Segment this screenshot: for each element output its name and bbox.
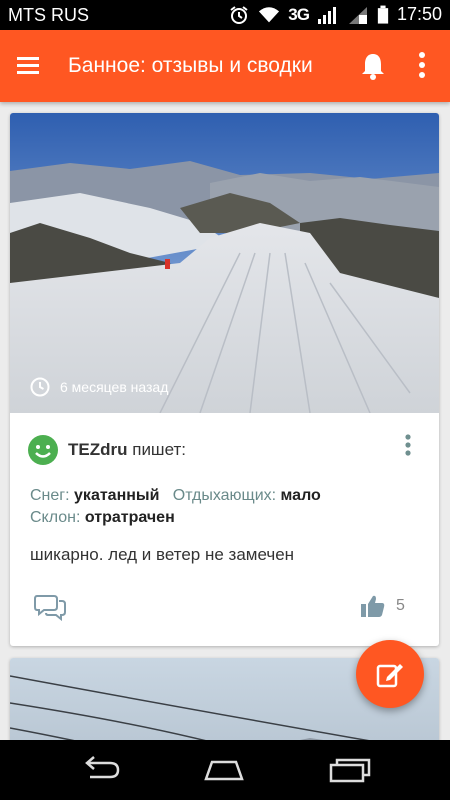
- new-review-button[interactable]: [356, 640, 424, 708]
- comments-icon[interactable]: [34, 593, 66, 621]
- app-bar: Банное: отзывы и сводки: [0, 30, 450, 102]
- edit-icon: [376, 664, 403, 688]
- post-comment: шикарно. лед и ветер не замечен: [30, 545, 295, 564]
- carrier-label: MTS RUS: [8, 5, 89, 25]
- snow-value: укатанный: [74, 487, 160, 504]
- clock-icon: [30, 377, 50, 397]
- back-icon[interactable]: [78, 754, 122, 784]
- recent-apps-icon[interactable]: [328, 754, 372, 784]
- post-time: 6 месяцев назад: [30, 377, 168, 397]
- author-row: TEZdru пишет:: [28, 435, 186, 465]
- writes-label: пишет:: [132, 440, 186, 459]
- visitors-value: мало: [280, 487, 321, 504]
- wifi-icon: [259, 6, 280, 22]
- signal-icon: [317, 6, 336, 24]
- slope-value: отратрачен: [84, 509, 175, 526]
- like-control[interactable]: 5: [360, 593, 405, 619]
- network-type: 3G: [288, 4, 310, 24]
- page-title: Банное: отзывы и сводки: [68, 54, 313, 77]
- conditions: Снег: укатанный Отдыхающих: мало Склон: …: [30, 485, 321, 529]
- like-count: 5: [396, 597, 405, 614]
- author-name[interactable]: TEZdru: [68, 440, 128, 459]
- bell-icon[interactable]: [360, 52, 386, 80]
- home-icon[interactable]: [202, 754, 246, 784]
- signal-2-icon: [348, 6, 367, 24]
- status-bar: MTS RUS 3G 17:50: [0, 0, 450, 30]
- battery-icon: [377, 5, 389, 24]
- smiley-icon: [28, 435, 58, 465]
- post-photo[interactable]: [10, 113, 439, 413]
- post-more-icon[interactable]: [400, 433, 416, 459]
- thumbs-up-icon[interactable]: [360, 593, 386, 619]
- status-icons: 3G 17:50: [228, 4, 442, 25]
- more-vert-icon[interactable]: [414, 50, 430, 80]
- time-ago-label: 6 месяцев назад: [60, 379, 169, 395]
- post-card[interactable]: 6 месяцев назад TEZdru пишет: Снег: укат…: [10, 113, 439, 646]
- menu-icon[interactable]: [16, 53, 40, 77]
- navigation-bar: [0, 740, 450, 800]
- slope-label: Склон:: [30, 509, 81, 526]
- clock: 17:50: [396, 4, 442, 24]
- visitors-label: Отдыхающих:: [172, 487, 277, 504]
- snow-label: Снег:: [30, 487, 70, 504]
- alarm-icon: [230, 5, 248, 24]
